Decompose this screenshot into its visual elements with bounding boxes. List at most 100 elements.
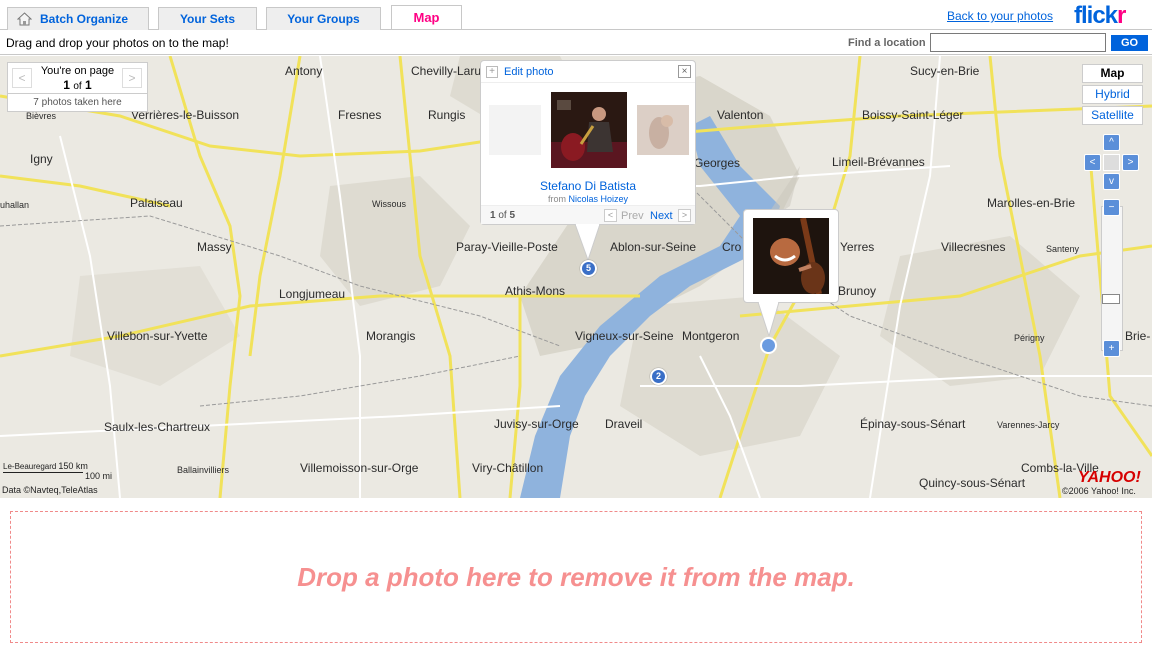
tab-batch-organize[interactable]: Batch Organize: [7, 7, 149, 30]
popup-header: + Edit photo ×: [481, 61, 695, 83]
map-attribution: Data ©Navteq,TeleAtlas: [2, 485, 98, 495]
pan-down-button[interactable]: v: [1103, 173, 1120, 190]
map-copyright: ©2006 Yahoo! Inc.: [1062, 486, 1136, 496]
prev-photo-button[interactable]: Prev: [621, 210, 644, 222]
popup-footer: 1 of 5 < Prev Next >: [481, 205, 695, 224]
photo-title-link[interactable]: Stefano Di Batista: [481, 179, 695, 193]
tab-label: Batch Organize: [39, 12, 129, 26]
place-label: Ballainvilliers: [177, 465, 230, 475]
instructions-text: Drag and drop your photos on to the map!: [6, 36, 229, 50]
photo-counter: 1 of 5: [490, 210, 516, 221]
photo-location-marker[interactable]: [760, 337, 777, 354]
pan-center: [1103, 154, 1120, 171]
place-label: Périgny: [1014, 333, 1045, 343]
place-label: Santeny: [1046, 244, 1080, 254]
photos-taken-count: 7 photos taken here: [7, 93, 148, 112]
place-label: Villecresnes: [941, 240, 1006, 254]
photo-thumbnail-next[interactable]: [637, 105, 689, 155]
photo-cluster-marker[interactable]: 2: [650, 368, 667, 385]
place-label: Athis-Mons: [505, 284, 566, 298]
scale-km: 150 km: [58, 461, 88, 471]
yahoo-logo[interactable]: YAHOO!: [1078, 469, 1141, 487]
place-label: Sucy-en-Brie: [910, 64, 980, 78]
place-label: Igny: [30, 152, 53, 166]
scale-place-label: Le-Beauregard: [3, 461, 57, 471]
place-label: Antony: [285, 64, 323, 78]
place-label: Bièvres: [26, 111, 57, 121]
edit-photo-link[interactable]: Edit photo: [504, 66, 554, 78]
zoom-out-button[interactable]: −: [1103, 199, 1120, 216]
place-label: Boissy-Saint-Léger: [862, 108, 964, 122]
place-label: Valenton: [717, 108, 764, 122]
find-location-label: Find a location: [848, 37, 926, 49]
place-label: Brie-: [1125, 329, 1151, 343]
place-label: Limeil-Brévannes: [832, 155, 925, 169]
pan-left-button[interactable]: <: [1084, 154, 1101, 171]
pan-up-button[interactable]: ^: [1103, 134, 1120, 151]
tab-label: Your Groups: [287, 12, 360, 26]
zoom-slider-track[interactable]: [1101, 206, 1123, 351]
popup-pointer: [757, 302, 780, 336]
map-type-satellite-button[interactable]: Satellite: [1082, 106, 1143, 125]
place-label: Yerres: [840, 240, 875, 254]
photo-preview-popup: [743, 209, 839, 303]
photo-thumbnail[interactable]: [753, 218, 829, 294]
place-label: Quincy-sous-Sénart: [919, 476, 1026, 490]
tab-your-groups[interactable]: Your Groups: [266, 7, 381, 30]
place-label: Varennes-Jarcy: [997, 420, 1060, 430]
place-label: Épinay-sous-Sénart: [860, 417, 966, 431]
go-button[interactable]: GO: [1111, 35, 1148, 51]
back-to-photos-link[interactable]: Back to your photos: [947, 9, 1053, 23]
zoom-in-button[interactable]: +: [1103, 340, 1120, 357]
scale-mi: 100 mi: [85, 471, 113, 481]
place-label: Saulx-les-Chartreux: [104, 420, 211, 434]
drop-zone-text: Drop a photo here to remove it from the …: [297, 562, 855, 592]
place-label: Morangis: [366, 329, 416, 343]
place-label: Massy: [197, 240, 232, 254]
bassist-photo-faded: [637, 105, 689, 155]
place-label: Fresnes: [338, 108, 382, 122]
map-canvas[interactable]: Antony Chevilly-Larue Sucy-en-Brie Bièvr…: [0, 56, 1152, 498]
place-label: uhallan: [0, 200, 30, 210]
place-label: Palaiseau: [130, 196, 183, 210]
place-label: Draveil: [605, 417, 643, 431]
next-arrow-icon[interactable]: >: [678, 209, 691, 222]
photo-owner: from Nicolas Hoizey: [547, 194, 629, 204]
photo-cluster-marker[interactable]: 5: [580, 260, 597, 277]
zoom-slider-thumb[interactable]: [1102, 294, 1120, 304]
pan-right-button[interactable]: >: [1122, 154, 1139, 171]
tab-map[interactable]: Map: [391, 5, 462, 29]
toolbar: Drag and drop your photos on to the map!…: [0, 31, 1152, 55]
bassist-photo: [753, 218, 829, 294]
remove-drop-zone[interactable]: Drop a photo here to remove it from the …: [10, 511, 1142, 643]
close-icon[interactable]: ×: [678, 65, 691, 78]
place-label: Paray-Vieille-Poste: [456, 240, 558, 254]
tab-your-sets[interactable]: Your Sets: [158, 7, 257, 30]
tab-label: Your Sets: [179, 12, 236, 26]
place-label: Viry-Châtillon: [472, 461, 544, 475]
next-photo-button[interactable]: Next: [650, 210, 673, 222]
prev-arrow-icon[interactable]: <: [604, 209, 617, 222]
expand-icon[interactable]: +: [486, 66, 498, 78]
place-label: Chevilly-Larue: [411, 64, 488, 78]
photo-owner-link[interactable]: Nicolas Hoizey: [568, 194, 628, 204]
place-label: Ablon-sur-Seine: [610, 240, 697, 254]
flickr-logo[interactable]: flickr: [1074, 2, 1126, 30]
place-label: Georges: [694, 156, 741, 170]
place-label: Longjumeau: [279, 287, 346, 301]
find-location-input[interactable]: [930, 33, 1106, 52]
pager-next-button[interactable]: >: [122, 68, 142, 88]
popup-pointer: [574, 224, 601, 260]
map-type-map-button[interactable]: Map: [1082, 64, 1143, 83]
home-icon: [17, 12, 32, 26]
app: Batch Organize Your Sets Your Groups Map…: [0, 0, 1152, 654]
place-label: Villemoisson-sur-Orge: [300, 461, 419, 475]
photo-thumbnail-current[interactable]: [551, 92, 627, 168]
map-type-hybrid-button[interactable]: Hybrid: [1082, 85, 1143, 104]
place-label: Vigneux-sur-Seine: [575, 329, 674, 343]
saxophonist-photo: [551, 92, 627, 168]
pager: < You're on page 1 of 1 >: [7, 62, 148, 94]
photo-thumbnail-prev[interactable]: [489, 105, 541, 155]
tab-bar: Batch Organize Your Sets Your Groups Map…: [0, 0, 1152, 30]
place-label: Villebon-sur-Yvette: [107, 329, 208, 343]
